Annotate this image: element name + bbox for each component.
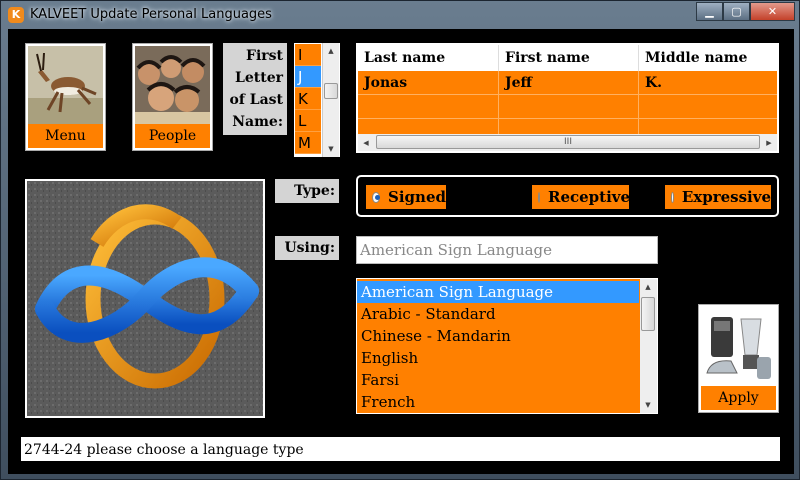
language-listbox[interactable]: American Sign Language Arabic - Standard… xyxy=(356,278,658,414)
cell-first-name xyxy=(499,95,639,119)
using-label: Using: xyxy=(275,236,339,260)
table-row[interactable]: Jonas Jeff K. xyxy=(358,71,777,95)
menu-label: Menu xyxy=(28,124,103,148)
language-item[interactable]: French xyxy=(357,391,639,413)
radio-signed[interactable]: Signed xyxy=(366,185,446,209)
scroll-up-icon[interactable]: ▲ xyxy=(640,279,656,295)
language-item[interactable]: English xyxy=(357,347,639,369)
language-item[interactable]: Arabic - Standard xyxy=(357,303,639,325)
knot-logo-image xyxy=(25,179,265,418)
radio-dot-icon xyxy=(671,191,674,203)
cell-first-name: Jeff xyxy=(499,71,639,95)
person-grid[interactable]: Last name First name Middle name Jonas J… xyxy=(356,43,779,153)
first-letter-label-line: Name: xyxy=(232,114,283,130)
app-window: K KALVEET Update Personal Languages ▁ ▢ … xyxy=(0,0,800,480)
first-letter-label-line: First xyxy=(246,48,283,64)
letter-item[interactable]: M xyxy=(295,132,321,154)
people-button[interactable]: People xyxy=(132,43,213,151)
letter-scrollbar[interactable]: ▲ ▼ xyxy=(322,43,339,157)
window-title: KALVEET Update Personal Languages xyxy=(30,7,272,22)
column-header-last-name[interactable]: Last name xyxy=(358,45,499,71)
cell-middle-name xyxy=(639,95,777,119)
type-label: Type: xyxy=(275,179,339,203)
radio-signed-label: Signed xyxy=(388,188,446,206)
cell-last-name: Jonas xyxy=(358,71,499,95)
radio-receptive[interactable]: Receptive xyxy=(532,185,631,209)
cell-middle-name: K. xyxy=(645,75,663,91)
language-items: American Sign Language Arabic - Standard… xyxy=(357,281,639,413)
status-message: 2744-24 please choose a language type xyxy=(21,437,780,461)
language-item[interactable]: Chinese - Mandarin xyxy=(357,325,639,347)
language-item[interactable]: Farsi xyxy=(357,369,639,391)
using-language-field[interactable]: American Sign Language xyxy=(356,236,658,264)
scroll-left-icon[interactable]: ◀ xyxy=(358,134,374,151)
radio-dot-icon xyxy=(538,191,540,203)
cell-last-name xyxy=(358,95,499,119)
scroll-thumb[interactable] xyxy=(324,83,338,99)
appliances-image xyxy=(701,307,776,386)
caption-buttons: ▁ ▢ ✕ xyxy=(696,2,795,21)
radio-receptive-label: Receptive xyxy=(548,188,631,206)
radio-expressive-label: Expressive xyxy=(681,188,771,206)
letter-item-selected[interactable]: J xyxy=(295,66,321,88)
letter-item[interactable]: K xyxy=(295,88,321,110)
radio-expressive[interactable]: Expressive xyxy=(665,185,771,209)
grid-header: Last name First name Middle name xyxy=(358,45,777,71)
antelope-image xyxy=(28,46,103,124)
grid-horizontal-scrollbar[interactable]: ◀ III ▶ xyxy=(358,134,777,151)
people-label: People xyxy=(135,124,210,148)
title-bar[interactable]: K KALVEET Update Personal Languages ▁ ▢ … xyxy=(1,1,800,29)
type-radio-group: Signed Receptive Expressive xyxy=(356,175,779,217)
first-letter-label-line: of Last xyxy=(229,92,284,108)
minimize-button[interactable]: ▁ xyxy=(696,2,723,21)
table-row[interactable] xyxy=(358,95,777,119)
menu-button[interactable]: Menu xyxy=(25,43,106,151)
scroll-down-icon[interactable]: ▼ xyxy=(640,397,656,413)
apply-label: Apply xyxy=(701,386,776,410)
scroll-up-icon[interactable]: ▲ xyxy=(323,43,339,59)
language-item-selected[interactable]: American Sign Language xyxy=(357,281,639,303)
language-scrollbar[interactable]: ▲ ▼ xyxy=(640,279,657,413)
scroll-thumb[interactable]: III xyxy=(376,135,760,149)
first-letter-label-line: Letter xyxy=(235,70,283,86)
client-area: Menu People First Letter of Last Name: I… xyxy=(8,29,794,474)
column-header-first-name[interactable]: First name xyxy=(499,45,639,71)
apply-button[interactable]: Apply xyxy=(698,304,779,413)
scroll-down-icon[interactable]: ▼ xyxy=(323,141,339,157)
app-icon: K xyxy=(8,7,24,23)
scroll-right-icon[interactable]: ▶ xyxy=(761,134,777,151)
letter-listbox[interactable]: I J K L M ▲ ▼ xyxy=(294,43,340,157)
scroll-thumb[interactable] xyxy=(641,297,655,331)
letter-items: I J K L M xyxy=(295,44,321,154)
column-header-middle-name[interactable]: Middle name xyxy=(639,45,777,71)
radio-dot-icon xyxy=(372,191,381,203)
first-letter-label: First Letter of Last Name: xyxy=(223,43,287,135)
maximize-button[interactable]: ▢ xyxy=(723,2,750,21)
close-button[interactable]: ✕ xyxy=(750,2,795,21)
letter-item[interactable]: I xyxy=(295,44,321,66)
letter-item[interactable]: L xyxy=(295,110,321,132)
children-photo xyxy=(135,46,210,124)
